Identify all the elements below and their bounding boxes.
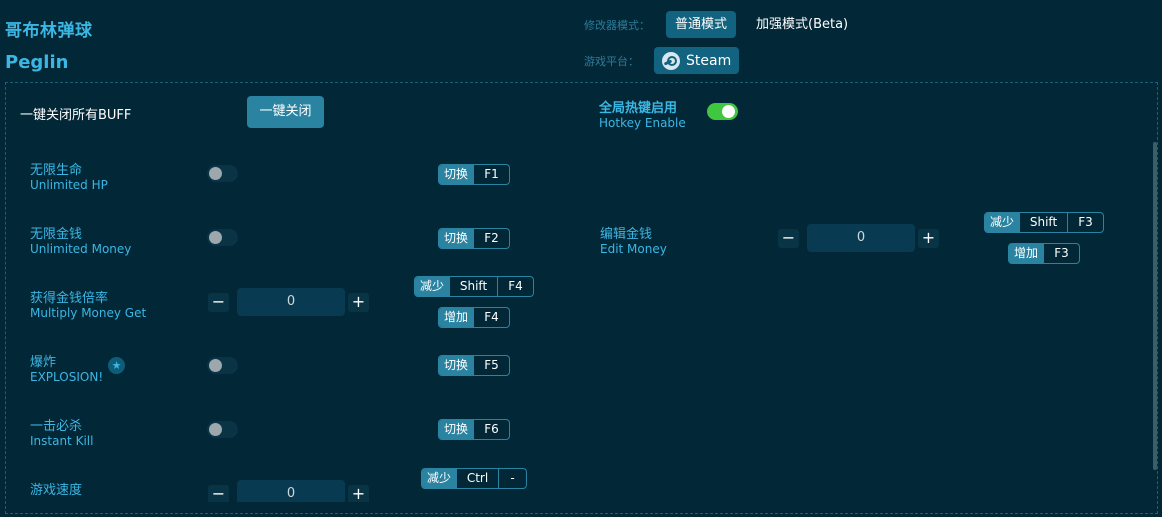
game-speed-input[interactable]: 0 <box>237 480 345 502</box>
unlimited-money-toggle[interactable] <box>207 229 238 246</box>
hotkey-key: Ctrl <box>456 469 498 488</box>
multiply-money-increment-button[interactable]: + <box>348 293 369 312</box>
toggle-knob <box>209 359 222 372</box>
hotkey-key: F2 <box>473 229 509 248</box>
hotkey-action: 减少 <box>415 277 450 296</box>
hotkey-badge: 减少 Shift F4 <box>414 276 535 297</box>
game-speed-decrement-button[interactable]: − <box>208 485 229 502</box>
edit-money-decrement-button[interactable]: − <box>778 229 799 248</box>
hotkey-key: F3 <box>1067 213 1103 232</box>
hotkey-badge: 减少 Shift F3 <box>984 212 1105 233</box>
cheat-list: 无限生命 Unlimited HP 切换 F1 无限金钱 Unlimited M… <box>0 0 1162 502</box>
hotkey-badge: 切换 F5 <box>438 355 511 376</box>
multiply-money-input[interactable]: 0 <box>237 288 345 316</box>
cheat-label-cn: 游戏速度 <box>30 483 83 498</box>
cheat-label-en: EXPLOSION! <box>30 370 104 384</box>
cheat-label-en: Multiply Money Get <box>30 306 147 320</box>
hotkey-action: 切换 <box>439 229 474 248</box>
explosion-toggle[interactable] <box>207 357 238 374</box>
hotkey-badge: 减少 Ctrl - <box>421 468 528 489</box>
cheat-label-cn: 一击必杀 <box>30 419 83 434</box>
multiply-money-decrement-button[interactable]: − <box>208 293 229 312</box>
hotkey-key: F3 <box>1043 244 1079 263</box>
edit-money-input[interactable]: 0 <box>807 224 915 252</box>
cheat-label-cn: 无限金钱 <box>30 227 83 242</box>
cheat-label-en: Unlimited HP <box>30 178 108 192</box>
hotkey-action: 切换 <box>439 420 474 439</box>
hotkey-badge: 切换 F6 <box>438 419 511 440</box>
cheat-label-cn: 无限生命 <box>30 163 83 178</box>
hotkey-action: 减少 <box>422 469 457 488</box>
hotkey-action: 切换 <box>439 165 474 184</box>
toggle-knob <box>209 423 222 436</box>
edit-money-increment-button[interactable]: + <box>918 229 939 248</box>
hotkey-key: Shift <box>449 277 497 296</box>
unlimited-hp-toggle[interactable] <box>207 165 238 182</box>
hotkey-key: F5 <box>473 356 509 375</box>
instant-kill-toggle[interactable] <box>207 421 238 438</box>
toggle-knob <box>209 167 222 180</box>
hotkey-badge: 增加 F3 <box>1008 243 1081 264</box>
hotkey-action: 切换 <box>439 356 474 375</box>
hotkey-key: Shift <box>1019 213 1067 232</box>
hotkey-key: F4 <box>473 308 509 327</box>
hotkey-key: F6 <box>473 420 509 439</box>
hotkey-badge: 增加 F4 <box>438 307 511 328</box>
hotkey-badge: 切换 F1 <box>438 164 511 185</box>
hotkey-key: F1 <box>473 165 509 184</box>
hotkey-badge: 切换 F2 <box>438 228 511 249</box>
cheat-label-en: Edit Money <box>600 242 667 256</box>
cheat-label-cn: 爆炸 <box>30 355 57 370</box>
hotkey-key: F4 <box>497 277 533 296</box>
toggle-knob <box>209 231 222 244</box>
hotkey-action: 减少 <box>985 213 1020 232</box>
hotkey-key: - <box>498 469 526 488</box>
cheat-label-cn: 编辑金钱 <box>600 227 653 242</box>
hotkey-action: 增加 <box>1009 244 1044 263</box>
cheat-label-cn: 获得金钱倍率 <box>30 291 109 306</box>
scrollbar[interactable] <box>1153 142 1157 470</box>
cheat-label-en: Instant Kill <box>30 434 94 448</box>
cheat-label-en: Unlimited Money <box>30 242 132 256</box>
hotkey-action: 增加 <box>439 308 474 327</box>
star-icon: ★ <box>108 357 125 374</box>
game-speed-increment-button[interactable]: + <box>348 485 369 502</box>
